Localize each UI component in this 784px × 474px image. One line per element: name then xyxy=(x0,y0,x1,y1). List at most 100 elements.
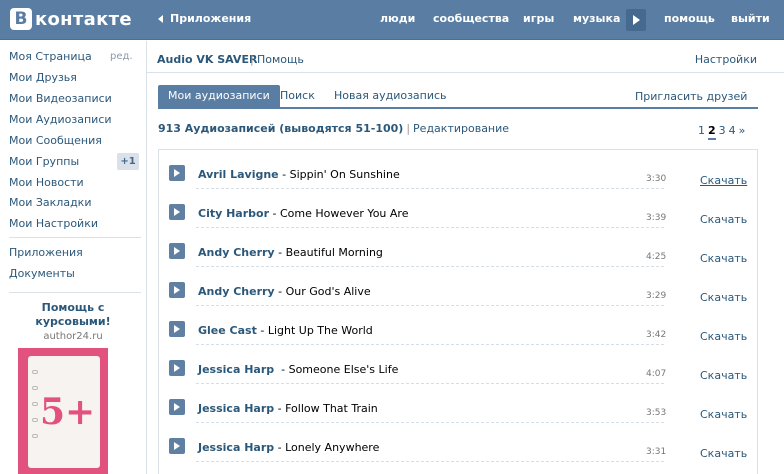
tab-search[interactable]: Поиск xyxy=(270,85,325,107)
page-link[interactable]: 3 xyxy=(719,124,726,137)
play-button[interactable] xyxy=(169,282,185,298)
ad-image[interactable]: 5+ xyxy=(18,348,108,474)
play-button[interactable] xyxy=(169,399,185,415)
download-link[interactable]: Скачать xyxy=(700,174,747,187)
play-button[interactable] xyxy=(169,360,185,376)
edit-link[interactable]: Редактирование xyxy=(413,122,509,135)
invite-friends-link[interactable]: Пригласить друзей xyxy=(635,90,747,103)
sidebar-item-messages[interactable]: Мои Сообщения xyxy=(9,134,102,147)
track-duration: 3:39 xyxy=(646,213,667,223)
app-help-link[interactable]: Помощь xyxy=(257,53,304,66)
play-button[interactable] xyxy=(169,321,185,337)
track-duration: 3:30 xyxy=(646,174,667,184)
sidebar-item-bookmarks[interactable]: Мои Закладки xyxy=(9,196,91,209)
download-link[interactable]: Скачать xyxy=(700,252,747,265)
nav-games[interactable]: игры xyxy=(523,12,554,25)
sidebar-item-apps[interactable]: Приложения xyxy=(9,246,83,259)
track-dash: - xyxy=(274,363,289,376)
play-button[interactable] xyxy=(169,243,185,259)
download-link[interactable]: Скачать xyxy=(700,408,747,421)
ad-domain[interactable]: author24.ru xyxy=(0,331,146,342)
nav-music[interactable]: музыка xyxy=(573,12,620,25)
notebook-spiral xyxy=(32,386,38,390)
track-title: Jessica Harp - Lonely Anywhere xyxy=(198,441,379,454)
download-link[interactable]: Скачать xyxy=(700,330,747,343)
track-row: Jessica Harp - Someone Else's Life 4:07 … xyxy=(159,345,757,384)
sidebar-item-friends[interactable]: Мои Друзья xyxy=(9,71,77,84)
nav-help[interactable]: помощь xyxy=(664,12,715,25)
sidebar-divider xyxy=(9,237,141,238)
track-dash: - xyxy=(274,402,286,415)
track-duration: 4:07 xyxy=(646,369,667,379)
notebook-spiral xyxy=(32,402,38,406)
sidebar-item-audio[interactable]: Мои Аудиозаписи xyxy=(9,113,112,126)
track-title: Jessica Harp - Someone Else's Life xyxy=(198,363,398,376)
ad-title[interactable]: Помощь с курсовыми! xyxy=(0,301,146,329)
track-artist[interactable]: Avril Lavigne xyxy=(198,168,279,181)
tab-new-audio[interactable]: Новая аудиозапись xyxy=(324,85,457,107)
sidebar-item-my-page[interactable]: Моя Страница xyxy=(9,50,92,63)
download-link[interactable]: Скачать xyxy=(700,291,747,304)
sidebar-edit-link[interactable]: ред. xyxy=(110,51,133,62)
track-artist[interactable]: City Harbor xyxy=(198,207,269,220)
track-row: Jessica Harp - Lonely Anywhere 3:31 Скач… xyxy=(159,423,757,462)
sidebar-border xyxy=(146,41,147,474)
download-link[interactable]: Скачать xyxy=(700,369,747,382)
sidebar: Моя Страница ред. Мои Друзья Мои Видеоза… xyxy=(0,41,146,474)
back-arrow-icon xyxy=(158,14,163,23)
track-song[interactable]: Our God's Alive xyxy=(286,285,371,298)
sidebar-item-news[interactable]: Мои Новости xyxy=(9,176,84,189)
app-header: Audio VK SAVER | Помощь Настройки xyxy=(147,41,784,75)
row-divider xyxy=(196,461,664,462)
music-play-button[interactable] xyxy=(626,9,646,31)
track-song[interactable]: Follow That Train xyxy=(285,402,378,415)
track-artist[interactable]: Jessica Harp xyxy=(198,441,274,454)
play-button[interactable] xyxy=(169,204,185,220)
sidebar-item-documents[interactable]: Документы xyxy=(9,267,75,280)
track-artist[interactable]: Jessica Harp xyxy=(198,363,274,376)
app-title[interactable]: Audio VK SAVER xyxy=(157,53,257,66)
ad-grade: 5+ xyxy=(40,391,96,433)
apps-breadcrumb-label: Приложения xyxy=(170,12,252,25)
nav-logout[interactable]: выйти xyxy=(731,12,770,25)
track-song[interactable]: Beautiful Morning xyxy=(286,246,383,259)
vk-logo[interactable]: В контакте xyxy=(10,8,132,30)
track-dash: - xyxy=(274,285,286,298)
apps-breadcrumb[interactable]: Приложения xyxy=(158,12,251,25)
groups-count-badge[interactable]: +1 xyxy=(117,153,139,170)
download-link[interactable]: Скачать xyxy=(700,447,747,460)
header-rule xyxy=(147,72,784,73)
track-row: Jessica Harp - Follow That Train 3:53 Ск… xyxy=(159,384,757,423)
pagination: 1 2 3 4» xyxy=(698,124,748,140)
track-artist[interactable]: Andy Cherry xyxy=(198,246,275,259)
tab-my-audio[interactable]: Мои аудиозаписи xyxy=(158,85,280,107)
track-song[interactable]: Lonely Anywhere xyxy=(285,441,379,454)
track-song[interactable]: Someone Else's Life xyxy=(289,363,399,376)
sidebar-item-settings[interactable]: Мои Настройки xyxy=(9,217,98,230)
track-title: Avril Lavigne - Sippin' On Sunshine xyxy=(198,168,400,181)
track-dash: - xyxy=(269,207,280,220)
track-artist[interactable]: Andy Cherry xyxy=(198,285,275,298)
track-artist[interactable]: Jessica Harp xyxy=(198,402,274,415)
track-artist[interactable]: Glee Cast xyxy=(198,324,257,337)
page-current: 2 xyxy=(708,124,716,140)
page-link[interactable]: 4 xyxy=(729,124,736,137)
nav-people[interactable]: люди xyxy=(380,12,415,25)
audio-count: 913 Аудиозаписей (выводятся 51-100) xyxy=(158,122,404,135)
track-dash: - xyxy=(278,168,290,181)
track-song[interactable]: Sippin' On Sunshine xyxy=(290,168,400,181)
track-song[interactable]: Light Up The World xyxy=(268,324,373,337)
page-next[interactable]: » xyxy=(739,124,746,137)
track-duration: 3:31 xyxy=(646,447,667,457)
track-song[interactable]: Come However You Are xyxy=(280,207,408,220)
page-link[interactable]: 1 xyxy=(698,124,705,137)
nav-communities[interactable]: сообщества xyxy=(433,12,509,25)
sidebar-item-videos[interactable]: Мои Видеозаписи xyxy=(9,92,112,105)
app-settings-link[interactable]: Настройки xyxy=(695,53,757,66)
play-button[interactable] xyxy=(169,165,185,181)
sidebar-item-groups[interactable]: Мои Группы xyxy=(9,155,79,168)
track-dash: - xyxy=(256,324,268,337)
play-button[interactable] xyxy=(169,438,185,454)
track-duration: 3:53 xyxy=(646,408,667,418)
download-link[interactable]: Скачать xyxy=(700,213,747,226)
